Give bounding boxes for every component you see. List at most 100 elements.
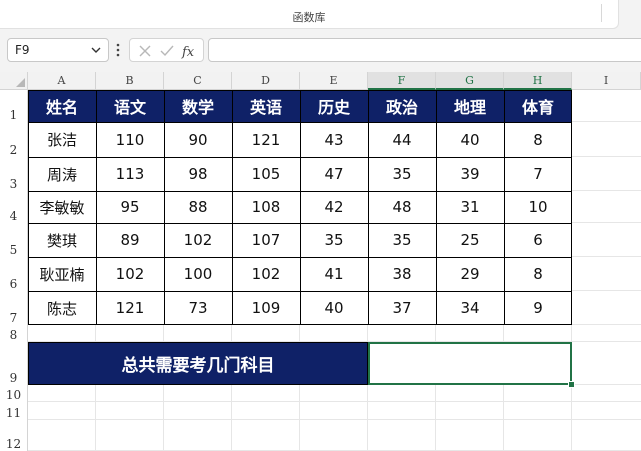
table-cell[interactable]: 8 [504, 257, 572, 291]
table-cell[interactable]: 44 [368, 122, 436, 157]
table-cell[interactable]: 39 [436, 157, 504, 191]
column-header-a[interactable]: A [28, 72, 96, 90]
ribbon-panel: 函数库 [0, 0, 619, 29]
row-header-9[interactable]: 9 [0, 342, 28, 385]
table-header-cell[interactable]: 语文 [96, 90, 164, 122]
table-cell[interactable]: 109 [232, 291, 300, 325]
fill-handle[interactable] [568, 381, 575, 388]
column-header-i[interactable]: I [572, 72, 641, 90]
table-cell[interactable]: 耿亚楠 [28, 257, 96, 291]
table-cell[interactable]: 90 [164, 122, 232, 157]
table-cell[interactable]: 29 [436, 257, 504, 291]
row-header-4[interactable]: 4 [0, 191, 28, 223]
row-header-10[interactable]: 10 [0, 385, 28, 402]
fx-icon[interactable]: fx [181, 42, 199, 60]
select-all-corner[interactable] [0, 72, 28, 90]
table-cell[interactable]: 98 [164, 157, 232, 191]
table-cell[interactable]: 88 [164, 191, 232, 223]
column-header-c[interactable]: C [164, 72, 232, 90]
table-cell[interactable]: 43 [300, 122, 368, 157]
table-cell[interactable]: 周涛 [28, 157, 96, 191]
table-cell[interactable]: 41 [300, 257, 368, 291]
table-cell[interactable]: 37 [368, 291, 436, 325]
table-header-cell[interactable]: 姓名 [28, 90, 96, 122]
summary-label[interactable]: 总共需要考几门科目 [28, 342, 368, 385]
table-cell[interactable]: 113 [96, 157, 164, 191]
row-number: 3 [9, 177, 18, 191]
table-cell[interactable]: 34 [436, 291, 504, 325]
row-header-1[interactable]: 1 [0, 90, 28, 122]
table-cell[interactable]: 48 [368, 191, 436, 223]
row-header-8[interactable]: 8 [0, 325, 28, 342]
more-options-icon[interactable] [114, 42, 122, 58]
table-cell[interactable]: 108 [232, 191, 300, 223]
table-cell[interactable]: 6 [504, 223, 572, 257]
row-header-2[interactable]: 2 [0, 122, 28, 157]
row-header-3[interactable]: 3 [0, 157, 28, 191]
answer-cell-f9[interactable] [368, 342, 572, 385]
table-cell[interactable]: 35 [300, 223, 368, 257]
row-header-5[interactable]: 5 [0, 223, 28, 257]
spreadsheet-grid[interactable]: A B C D E F G H I 1 2 3 4 5 6 7 8 9 10 11 12 姓名 语文 数学 英语 历史 政治 地理 体育… [0, 72, 641, 451]
gridline-row [28, 419, 641, 420]
table-header-cell[interactable]: 体育 [504, 90, 572, 122]
table-cell[interactable]: 42 [300, 191, 368, 223]
table-cell[interactable]: 40 [436, 122, 504, 157]
table-header-cell[interactable]: 地理 [436, 90, 504, 122]
table-cell[interactable]: 105 [232, 157, 300, 191]
check-icon[interactable] [158, 42, 176, 60]
table-cell[interactable]: 107 [232, 223, 300, 257]
table-cell[interactable]: 35 [368, 223, 436, 257]
table-cell[interactable]: 李敏敏 [28, 191, 96, 223]
column-header-f[interactable]: F [368, 72, 436, 90]
column-header-b[interactable]: B [96, 72, 164, 90]
chevron-down-icon[interactable] [89, 42, 103, 58]
table-cell[interactable]: 7 [504, 157, 572, 191]
row-number: 9 [9, 371, 18, 385]
table-cell[interactable]: 102 [164, 223, 232, 257]
table-cell[interactable]: 樊琪 [28, 223, 96, 257]
column-header-h[interactable]: H [504, 72, 572, 90]
table-cell[interactable]: 25 [436, 223, 504, 257]
table-border [28, 90, 29, 325]
column-header-e[interactable]: E [300, 72, 368, 90]
table-cell[interactable]: 张洁 [28, 122, 96, 157]
table-border [28, 90, 572, 91]
table-cell[interactable]: 89 [96, 223, 164, 257]
row-header-7[interactable]: 7 [0, 291, 28, 325]
table-cell[interactable]: 102 [232, 257, 300, 291]
table-cell[interactable]: 110 [96, 122, 164, 157]
table-cell[interactable]: 100 [164, 257, 232, 291]
column-header-d[interactable]: D [232, 72, 300, 90]
table-cell[interactable]: 73 [164, 291, 232, 325]
table-border [28, 191, 572, 192]
row-header-12[interactable]: 12 [0, 420, 28, 451]
row-header-11[interactable]: 11 [0, 402, 28, 420]
table-header-cell[interactable]: 历史 [300, 90, 368, 122]
table-border [28, 291, 572, 292]
table-border [504, 90, 505, 325]
table-header-cell[interactable]: 英语 [232, 90, 300, 122]
table-cell[interactable]: 40 [300, 291, 368, 325]
name-box[interactable]: F9 [7, 38, 109, 62]
table-cell[interactable]: 35 [368, 157, 436, 191]
table-cell[interactable]: 陈志 [28, 291, 96, 325]
table-header-cell[interactable]: 政治 [368, 90, 436, 122]
column-header-g[interactable]: G [436, 72, 504, 90]
table-border [300, 90, 301, 325]
x-icon[interactable] [136, 42, 154, 60]
table-cell[interactable]: 121 [232, 122, 300, 157]
ribbon-group-label[interactable]: 函数库 [0, 9, 618, 25]
table-cell[interactable]: 31 [436, 191, 504, 223]
table-cell[interactable]: 47 [300, 157, 368, 191]
table-header-cell[interactable]: 数学 [164, 90, 232, 122]
formula-input[interactable] [208, 38, 641, 62]
table-cell[interactable]: 38 [368, 257, 436, 291]
table-cell[interactable]: 95 [96, 191, 164, 223]
row-header-6[interactable]: 6 [0, 257, 28, 291]
table-cell[interactable]: 121 [96, 291, 164, 325]
table-cell[interactable]: 10 [504, 191, 572, 223]
table-cell[interactable]: 9 [504, 291, 572, 325]
table-cell[interactable]: 102 [96, 257, 164, 291]
table-cell[interactable]: 8 [504, 122, 572, 157]
